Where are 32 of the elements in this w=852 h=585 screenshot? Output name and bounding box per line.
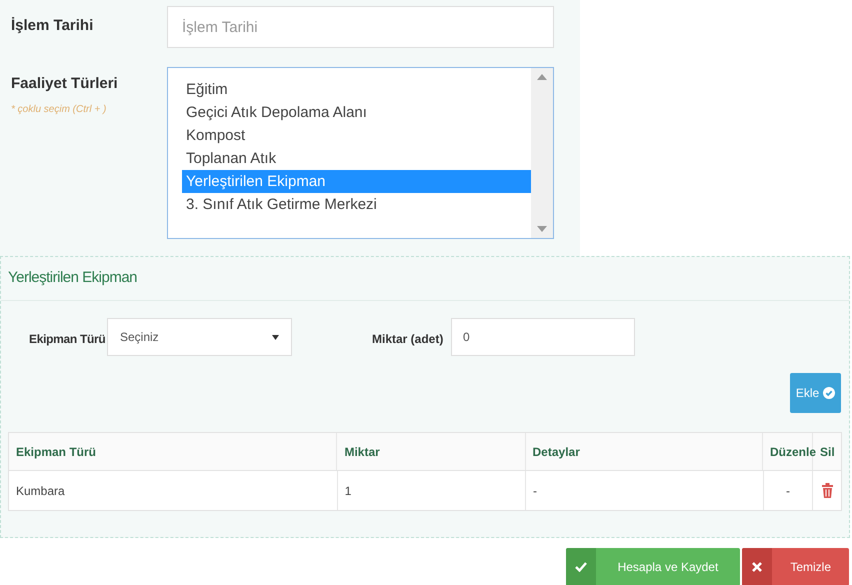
field-label: Ekipman Türü — [29, 332, 106, 346]
list-option[interactable]: Kompost — [182, 124, 531, 147]
list-option[interactable]: Geçici Atık Depolama Alanı — [182, 101, 531, 124]
table-cell: - — [764, 471, 814, 510]
multi-select-list[interactable]: Eğitim Geçici Atık Depolama Alanı Kompost Toplanan Atık Yerleştirilen Ekipman 3. Sınıf Atık Getirme Merkezi — [167, 67, 554, 239]
check-circle-icon — [823, 387, 836, 399]
panel-title: Yerleştirilen Ekipman — [8, 268, 138, 288]
check-icon — [574, 562, 587, 572]
scroll-up-icon[interactable] — [537, 74, 547, 80]
column-header: Sil — [819, 444, 836, 460]
scrollbar[interactable] — [531, 68, 553, 238]
dropdown-caret-icon — [272, 334, 279, 340]
column-header: Miktar — [337, 433, 526, 470]
scroll-down-icon[interactable] — [537, 226, 547, 232]
table-cell: - — [526, 471, 764, 510]
column-header: Ekipman Türü — [9, 433, 338, 470]
equipment-type-select[interactable]: Seçiniz — [107, 318, 292, 356]
trash-icon[interactable] — [822, 483, 833, 498]
clear-button[interactable]: Temizle — [742, 548, 849, 585]
list-option[interactable]: Toplanan Atık — [182, 147, 531, 170]
field-label: Miktar (adet) — [372, 332, 444, 346]
list-option[interactable]: Eğitim — [182, 78, 531, 101]
field-label: Faaliyet Türleri — [11, 74, 118, 94]
table-cell: 1 — [338, 471, 526, 510]
column-header: Detaylar — [526, 433, 763, 470]
date-field[interactable]: İşlem Tarihi — [167, 6, 554, 48]
list-option[interactable]: 3. Sınıf Atık Getirme Merkezi — [182, 193, 531, 216]
field-label: İşlem Tarihi — [11, 17, 94, 34]
hint-text: * çoklu seçim (Ctrl + ) — [11, 102, 106, 116]
quantity-field[interactable]: 0 — [451, 318, 635, 356]
close-icon — [752, 562, 762, 572]
table-cell: Kumbara — [9, 471, 338, 510]
